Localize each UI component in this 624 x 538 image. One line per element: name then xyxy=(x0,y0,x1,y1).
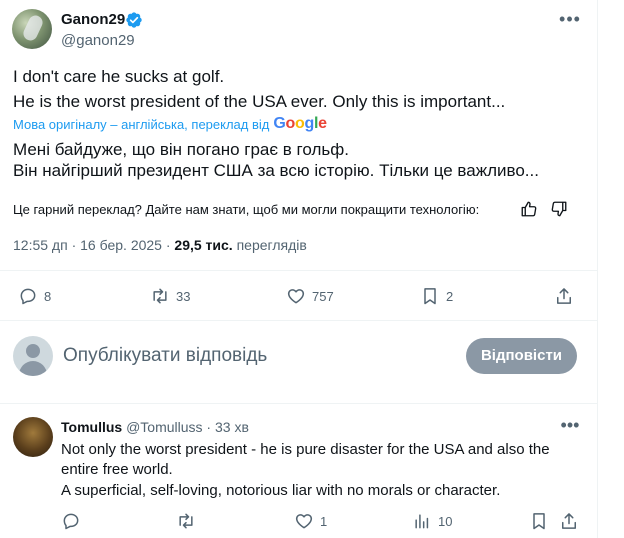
reply-count: 8 xyxy=(44,288,52,304)
like-icon xyxy=(287,289,305,304)
views-count: 29,5 тис. xyxy=(174,237,233,253)
bookmark-button[interactable]: 2 xyxy=(420,286,453,306)
verified-icon xyxy=(126,12,142,28)
like-button[interactable]: 757 xyxy=(286,286,334,306)
more-icon[interactable]: ••• xyxy=(556,10,584,30)
reply-button[interactable]: 8 xyxy=(18,286,51,306)
like-count: 757 xyxy=(312,288,334,304)
comment-share-button[interactable] xyxy=(559,511,579,531)
comment-repost-button[interactable] xyxy=(176,511,196,531)
post-panel: Ganon29 @ganon29 ••• I don't care he suc… xyxy=(0,0,598,538)
post-original-line: He is the worst president of the USA eve… xyxy=(13,92,506,111)
comment-text-line: A superficial, self-loving, notorious li… xyxy=(61,482,501,499)
bookmark-icon xyxy=(424,288,436,305)
post-time[interactable]: 12:55 дп xyxy=(13,237,68,253)
comment-views-button[interactable]: 10 xyxy=(412,511,452,531)
post-date[interactable]: 16 бер. 2025 xyxy=(80,237,162,253)
comment-header: Tomullus @Tomulluss · 33 хв xyxy=(61,419,249,435)
comment-text-line: entire free world. xyxy=(61,461,173,478)
views-label: переглядів xyxy=(236,237,307,253)
reply-icon xyxy=(63,513,79,530)
comment-like-button[interactable]: 1 xyxy=(294,511,327,531)
post-meta: 12:55 дп · 16 бер. 2025 · 29,5 тис. пере… xyxy=(13,237,307,253)
share-button[interactable] xyxy=(554,286,574,306)
bookmark-icon xyxy=(533,513,545,530)
comment-more-icon[interactable]: ••• xyxy=(556,416,584,436)
views-icon xyxy=(415,514,429,529)
comment-author-handle[interactable]: @Tomulluss xyxy=(126,419,202,435)
post-translated-line: Мені байдуже, що він погано грає в гольф… xyxy=(13,140,349,159)
comment-time[interactable]: 33 хв xyxy=(215,419,249,435)
repost-count: 33 xyxy=(176,288,191,304)
reply-submit-button[interactable]: Відповісти xyxy=(466,338,577,374)
translation-feedback-prompt: Це гарний переклад? Дайте нам знати, щоб… xyxy=(13,202,480,217)
repost-button[interactable]: 33 xyxy=(150,286,190,306)
user-avatar xyxy=(13,336,53,376)
author-handle[interactable]: @ganon29 xyxy=(61,32,135,49)
comment-reply-button[interactable] xyxy=(61,511,81,531)
author-avatar[interactable] xyxy=(12,9,52,49)
divider xyxy=(0,270,598,271)
translation-note[interactable]: Мова оригіналу – англійська, переклад ві… xyxy=(13,115,327,133)
like-icon xyxy=(295,514,313,529)
comment-views-count: 10 xyxy=(438,513,453,529)
thumb-up-icon[interactable] xyxy=(520,200,538,218)
translation-note-text: Мова оригіналу – англійська, переклад ві… xyxy=(13,116,270,132)
author-name[interactable]: Ganon29 xyxy=(61,11,125,28)
comment-author-name[interactable]: Tomullus xyxy=(61,419,122,435)
comment-avatar[interactable] xyxy=(13,417,53,457)
reply-icon xyxy=(20,288,36,305)
divider xyxy=(0,403,598,404)
bookmark-count: 2 xyxy=(446,288,454,304)
thumb-down-icon[interactable] xyxy=(550,200,568,218)
share-icon xyxy=(562,513,576,529)
reply-input[interactable]: Опублікувати відповідь xyxy=(63,345,267,367)
repost-icon xyxy=(153,288,167,304)
comment-like-count: 1 xyxy=(320,513,328,529)
repost-icon xyxy=(179,513,193,529)
comment-bookmark-button[interactable] xyxy=(529,511,549,531)
post-original-line: I don't care he sucks at golf. xyxy=(13,67,225,86)
google-logo: Google xyxy=(273,115,327,132)
share-icon xyxy=(557,288,571,304)
post-translated-line: Він найгірший президент США за всю істор… xyxy=(13,161,539,180)
comment-text-line: Not only the worst president - he is pur… xyxy=(61,441,550,458)
divider xyxy=(0,320,598,321)
